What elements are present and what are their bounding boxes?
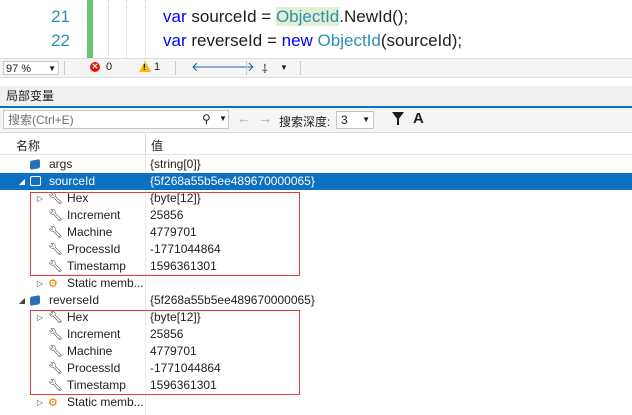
- highlight-box: [30, 192, 300, 276]
- expand-icon[interactable]: ▷: [35, 394, 45, 411]
- variable-value[interactable]: {5f268a55b5ee489670000065}: [150, 173, 315, 190]
- code-text[interactable]: var reverseId = new ObjectId(sourceId);: [163, 29, 462, 53]
- divider: [64, 61, 65, 75]
- search-icon[interactable]: ⚲: [202, 111, 211, 128]
- variable-row[interactable]: ▷ ⚙︎ Static memb...: [0, 275, 632, 292]
- variable-name: sourceId: [49, 174, 96, 188]
- chevron-down-icon[interactable]: ▼: [280, 63, 288, 72]
- chevron-down-icon: ▼: [362, 115, 370, 124]
- text-format-icon[interactable]: A: [413, 110, 424, 127]
- warning-glyph: !: [143, 63, 146, 72]
- warning-count: 1: [154, 61, 161, 73]
- zoom-dropdown[interactable]: 97 % ▼: [3, 61, 59, 75]
- expand-icon[interactable]: ▷: [35, 275, 45, 292]
- indent-guide: [108, 0, 109, 58]
- variable-icon: [30, 173, 41, 191]
- chevron-down-icon: ▼: [48, 64, 56, 73]
- error-icon[interactable]: ✕: [90, 62, 100, 72]
- variable-icon: [30, 292, 40, 310]
- column-separator[interactable]: [145, 134, 146, 155]
- variable-row[interactable]: ◢ reverseId {5f268a55b5ee489670000065}: [0, 292, 632, 309]
- static-members-icon: ⚙︎: [48, 278, 58, 290]
- column-header-name[interactable]: 名称: [16, 137, 40, 154]
- filter-icon-stem: [397, 119, 399, 125]
- zoom-value: 97 %: [6, 63, 32, 75]
- variable-name: Static memb...: [67, 276, 144, 290]
- divider: [300, 61, 301, 75]
- variable-name: args: [49, 157, 73, 171]
- search-box[interactable]: ⚲ ▼: [3, 110, 229, 129]
- variable-name: reverseId: [49, 293, 100, 307]
- cube-icon: [30, 159, 40, 170]
- search-input[interactable]: [4, 111, 202, 128]
- line-number: 22: [51, 31, 70, 50]
- search-depth-value: 3: [341, 113, 348, 127]
- locals-panel-title[interactable]: 局部变量: [0, 86, 632, 108]
- locals-toolbar: ⚲ ▼ ← → 搜索深度: 3 ▼ A: [0, 108, 632, 133]
- collapse-icon[interactable]: ◢: [17, 173, 27, 190]
- cube-icon: [30, 176, 41, 186]
- keyword-token: new: [281, 31, 313, 50]
- collapse-icon[interactable]: ◢: [17, 292, 27, 309]
- chevron-down-icon[interactable]: ▼: [219, 114, 227, 123]
- navigate-forward-icon[interactable]: 🡒: [220, 59, 255, 75]
- change-indicator-bar: [87, 0, 93, 58]
- variable-row[interactable]: ▷ ⚙︎ Static memb...: [0, 394, 632, 411]
- keyword-token: var: [163, 7, 187, 26]
- divider: [175, 61, 176, 75]
- type-token: ObjectId: [275, 7, 340, 26]
- variable-icon: [30, 156, 40, 174]
- editor-status-bar: 97 % ▼ ✕ 0 ! 1 🡐 🡒 ⸸ ▼: [0, 58, 632, 78]
- error-count: 0: [106, 61, 113, 73]
- search-next-icon[interactable]: →: [258, 110, 272, 126]
- code-token: sourceId =: [191, 7, 276, 26]
- code-text[interactable]: var sourceId = ObjectId.NewId();: [163, 5, 408, 29]
- brush-icon[interactable]: ⸸: [262, 60, 268, 77]
- indent-guide: [126, 0, 127, 58]
- code-token: .NewId();: [339, 7, 409, 26]
- line-number: 21: [51, 7, 70, 26]
- keyword-token: var: [163, 31, 187, 50]
- variable-value[interactable]: {5f268a55b5ee489670000065}: [150, 292, 315, 309]
- variable-name: Static memb...: [67, 395, 144, 409]
- divider: [246, 61, 247, 75]
- search-depth-label: 搜索深度:: [279, 115, 331, 129]
- highlight-box: [30, 310, 300, 395]
- static-members-icon: ⚙︎: [48, 397, 58, 409]
- code-token: (sourceId);: [380, 31, 463, 50]
- code-editor[interactable]: 21 var sourceId = ObjectId.NewId(); 22 var …: [0, 0, 632, 58]
- cube-icon: [30, 295, 40, 306]
- variable-row[interactable]: args {string[0]}: [0, 156, 632, 173]
- search-previous-icon[interactable]: ←: [237, 110, 251, 126]
- variable-row[interactable]: ◢ sourceId {5f268a55b5ee489670000065}: [0, 173, 632, 190]
- indent-guide: [145, 0, 146, 58]
- grid-header: 名称 值: [0, 134, 632, 155]
- code-token: reverseId =: [191, 31, 282, 50]
- type-token: ObjectId: [317, 31, 381, 50]
- column-header-value[interactable]: 值: [151, 137, 163, 154]
- search-depth-dropdown[interactable]: 3 ▼: [336, 111, 374, 129]
- variable-value[interactable]: {string[0]}: [150, 156, 201, 173]
